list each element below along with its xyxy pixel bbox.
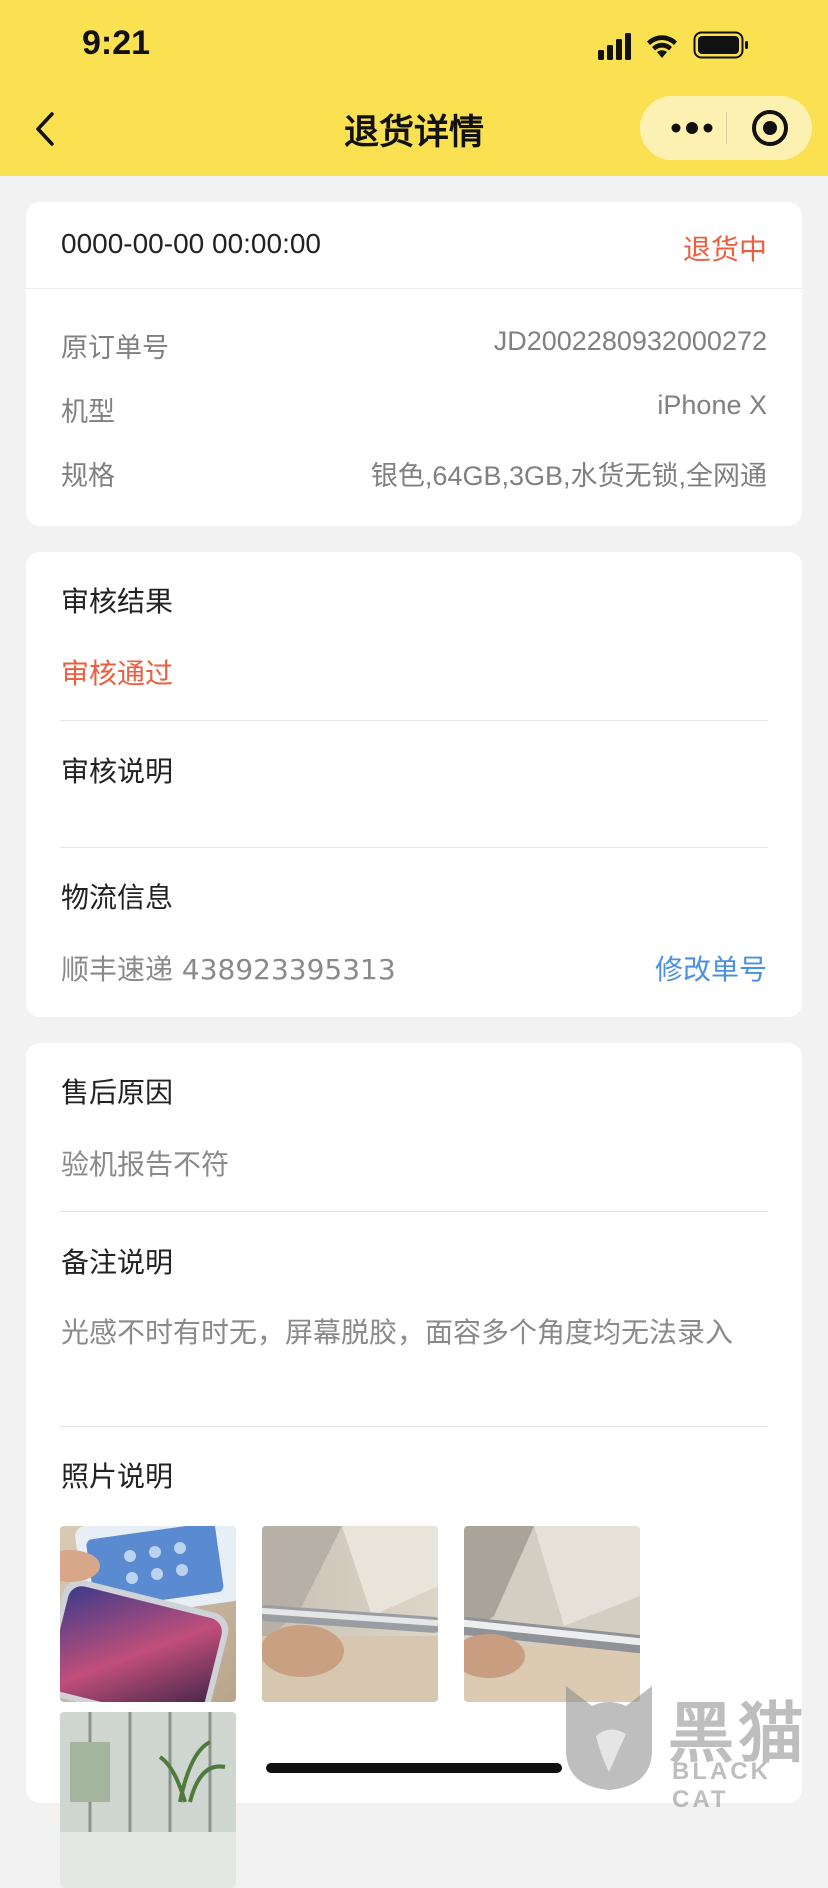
divider (60, 1426, 768, 1427)
photo-thumbnail-1[interactable] (60, 1526, 236, 1702)
review-result-value: 审核通过 (61, 657, 174, 690)
spec-label: 规格 (61, 461, 115, 492)
black-cat-watermark: 黑猫 BLACK CAT (556, 1676, 828, 1813)
aftersale-reason-value: 验机报告不符 (61, 1148, 230, 1181)
return-status-badge: 退货中 (682, 233, 767, 266)
review-card: 审核结果 审核通过 审核说明 物流信息 顺丰速递 438923395313 修改… (26, 552, 802, 1017)
order-info-card: 0000-00-00 00:00:00 退货中 原订单号 JD200228093… (26, 202, 802, 526)
model-value: iPhone X (657, 390, 767, 420)
order-datetime: 0000-00-00 00:00:00 (61, 228, 321, 259)
model-label: 机型 (61, 397, 115, 428)
photo-thumbnail-4[interactable] (60, 1712, 236, 1888)
divider (60, 1211, 768, 1212)
black-cat-logo-icon (566, 1686, 652, 1790)
modify-tracking-link[interactable]: 修改单号 (655, 948, 767, 988)
status-bar-icons (598, 31, 748, 60)
divider (60, 720, 768, 721)
review-note-title: 审核说明 (61, 755, 174, 788)
wifi-icon (647, 35, 677, 58)
signal-icon (598, 33, 631, 60)
watermark-en-text: BLACK CAT (672, 1758, 771, 1813)
status-bar-time: 9:21 (82, 24, 151, 62)
order-number-label: 原订单号 (61, 333, 169, 364)
home-indicator[interactable] (266, 1763, 562, 1773)
battery-icon (693, 31, 748, 59)
divider (26, 288, 802, 289)
review-result-title: 审核结果 (61, 585, 174, 618)
aftersale-reason-title: 售后原因 (61, 1076, 174, 1109)
close-target-icon[interactable] (748, 106, 792, 150)
more-dots-icon[interactable] (664, 96, 720, 160)
order-number-value: JD2002280932000272 (493, 326, 767, 356)
top-header: 9:21 退货详情 (0, 0, 828, 176)
logistics-value: 顺丰速递 438923395313 (61, 953, 396, 986)
mini-program-capsule (640, 96, 812, 160)
photos-title: 照片说明 (61, 1460, 174, 1493)
spec-value: 银色,64GB,3GB,水货无锁,全网通 (370, 461, 767, 491)
remark-value: 光感不时有时无，屏幕脱胶，面容多个角度均无法录入 (61, 1316, 734, 1349)
remark-title: 备注说明 (61, 1246, 174, 1279)
photo-thumbnail-2[interactable] (262, 1526, 438, 1702)
logistics-title: 物流信息 (61, 881, 174, 914)
divider (60, 847, 768, 848)
capsule-divider (726, 112, 727, 144)
